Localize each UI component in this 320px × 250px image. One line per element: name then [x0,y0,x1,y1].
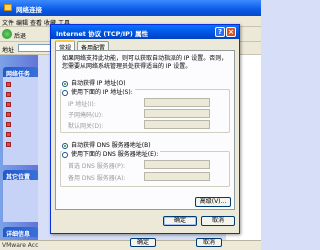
status-text: VMware Acc [2,242,39,249]
back-button-label[interactable]: 后退 [14,31,26,40]
radio-unselected-icon [62,89,68,96]
ip-manual-radio[interactable]: 使用下面的 IP 地址(S): [62,87,135,96]
dns-auto-radio[interactable]: 自动获得 DNS 服务器地址(B) [62,140,151,149]
network-icon [6,112,11,117]
ip-address-input[interactable] [144,98,210,107]
task-item[interactable] [6,101,13,108]
tab-alternate-config[interactable]: 备用配置 [77,41,110,52]
menu-view[interactable]: 查看 [30,18,42,27]
ip-auto-radio[interactable]: 自动获得 IP 地址(O) [62,78,126,87]
menu-file[interactable]: 文件 [2,18,14,27]
task-group-details-label: 详细信息 [6,231,31,238]
description-text: 如果网络支持此功能，则可以获取自动指派的 IP 设置。否则，您需要从网络系统管理… [62,55,228,70]
close-icon[interactable]: × [226,27,236,37]
dns-manual-radio[interactable]: 使用下面的 DNS 服务器地址(E): [62,149,161,158]
task-item[interactable] [6,91,13,98]
network-icon [6,92,11,97]
general-tab-panel: 如果网络支持此功能，则可以获取自动指派的 IP 设置。否则，您需要从网络系统管理… [55,50,235,210]
alternate-dns-label: 备用 DNS 服务器(A): [68,175,126,182]
dialog-titlebar[interactable]: Internet 协议 (TCP/IP) 属性 ? × [51,25,239,39]
menu-edit[interactable]: 编辑 [16,18,28,27]
task-item[interactable] [6,141,13,148]
advanced-button[interactable]: 高级(V)... [195,197,231,207]
task-group-other-places-body [3,180,38,222]
task-group-details[interactable]: 详细信息 [3,227,38,238]
cancel-button[interactable]: 取消 [201,216,235,226]
dns-auto-label: 自动获得 DNS 服务器地址(B) [71,142,151,149]
back-arrow-icon[interactable] [2,29,12,39]
task-pane: 网络任务 其它位置 详细信息 [0,55,38,249]
help-icon[interactable]: ? [215,27,225,37]
task-group-network[interactable]: 网络任务 [3,67,38,78]
radio-unselected-icon [62,151,68,158]
ok-button[interactable]: 确定 [163,216,197,226]
ip-manual-label: 使用下面的 IP 地址(S): [71,89,133,96]
subnet-mask-input[interactable] [144,109,210,118]
network-icon [6,102,11,107]
default-gateway-input[interactable] [144,120,210,129]
background-ok-button[interactable]: 确定 [130,238,156,247]
task-group-other-places[interactable]: 其它位置 [3,170,38,181]
preferred-dns-label: 首选 DNS 服务器(P): [68,163,126,170]
dialog-title: Internet 协议 (TCP/IP) 属性 [56,30,149,38]
folder-icon [4,4,12,11]
task-item[interactable] [6,131,13,138]
alternate-dns-input[interactable] [144,172,210,181]
task-group-network-body [3,77,38,165]
radio-selected-icon [62,80,68,87]
task-item[interactable] [6,121,13,128]
background-cancel-button[interactable]: 取消 [196,238,222,247]
radio-selected-icon [62,142,68,149]
subnet-mask-label: 子网掩码(U): [68,112,104,119]
ip-address-label: IP 地址(I): [68,101,96,108]
network-icon [6,82,11,87]
dns-manual-label: 使用下面的 DNS 服务器地址(E): [71,151,159,158]
task-item[interactable] [6,81,13,88]
ip-auto-label: 自动获得 IP 地址(O) [71,80,126,87]
network-icon [6,142,11,147]
tcpip-properties-dialog: Internet 协议 (TCP/IP) 属性 ? × 常规 备用配置 如果网络… [50,24,240,234]
preferred-dns-input[interactable] [144,160,210,169]
address-label: 地址 [2,47,15,54]
network-icon [6,122,11,127]
background-window-title: 网络连接 [16,6,42,14]
task-item[interactable] [6,111,13,118]
default-gateway-label: 默认网关(D): [68,123,104,130]
network-icon [6,132,11,137]
background-window-titlebar[interactable]: 网络连接 [0,0,261,16]
